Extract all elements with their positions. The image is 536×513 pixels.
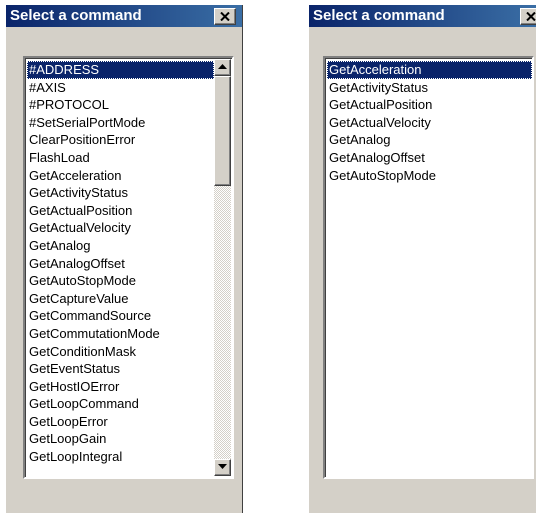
close-x-icon bbox=[220, 12, 230, 21]
scroll-thumb[interactable] bbox=[214, 76, 231, 186]
close-button[interactable] bbox=[520, 8, 536, 25]
close-button[interactable] bbox=[214, 8, 236, 25]
list-item[interactable]: GetAnalogOffset bbox=[27, 255, 214, 273]
list-item[interactable]: GetActivityStatus bbox=[327, 79, 532, 97]
list-item[interactable]: GetConditionMask bbox=[27, 343, 214, 361]
list-item[interactable]: ClearPositionError bbox=[27, 131, 214, 149]
list-item[interactable]: GetAutoStopMode bbox=[327, 167, 532, 185]
command-listbox[interactable]: #ADDRESS #AXIS #PROTOCOL #SetSerialPortMode… bbox=[23, 56, 234, 479]
list-item[interactable]: GetLoopIntegral bbox=[27, 448, 214, 466]
list-item[interactable]: GetAcceleration bbox=[27, 167, 214, 185]
command-dialog-full: Select a command #ADDRESS #AXIS #PROTOCOL #… bbox=[5, 5, 243, 513]
arrow-up-icon bbox=[218, 64, 227, 69]
list-item[interactable]: GetAutoStopMode bbox=[27, 272, 214, 290]
close-x-icon bbox=[526, 12, 536, 21]
dialog-title: Select a command bbox=[10, 7, 142, 24]
list-item[interactable]: GetCommandSource bbox=[27, 307, 214, 325]
list-item[interactable]: GetActualPosition bbox=[327, 96, 532, 114]
command-list: GetAcceleration GetActivityStatus GetActua… bbox=[327, 61, 532, 184]
list-item[interactable]: GetLoopGain bbox=[27, 430, 214, 448]
command-list: #ADDRESS #AXIS #PROTOCOL #SetSerialPortMode… bbox=[27, 61, 214, 466]
dialog-title-bar[interactable]: Select a command bbox=[309, 5, 536, 27]
list-item[interactable]: GetAnalog bbox=[27, 237, 214, 255]
list-item[interactable]: GetHostIOError bbox=[27, 378, 214, 396]
list-item[interactable]: GetActivityStatus bbox=[27, 184, 214, 202]
list-item[interactable]: GetAnalogOffset bbox=[327, 149, 532, 167]
list-item[interactable]: GetCommutationMode bbox=[27, 325, 214, 343]
list-item[interactable]: GetLoopCommand bbox=[27, 395, 214, 413]
command-listbox[interactable]: GetAcceleration GetActivityStatus GetActua… bbox=[323, 56, 534, 479]
dialog-title-bar[interactable]: Select a command bbox=[6, 5, 242, 27]
list-item[interactable]: GetActualPosition bbox=[27, 202, 214, 220]
list-item[interactable]: GetActualVelocity bbox=[327, 114, 532, 132]
vertical-scrollbar[interactable] bbox=[214, 59, 231, 476]
list-item[interactable]: GetLoopError bbox=[27, 413, 214, 431]
list-item[interactable]: GetEventStatus bbox=[27, 360, 214, 378]
list-item[interactable]: GetAcceleration bbox=[327, 61, 532, 79]
list-item[interactable]: FlashLoad bbox=[27, 149, 214, 167]
list-item[interactable]: #AXIS bbox=[27, 79, 214, 97]
list-item[interactable]: GetCaptureValue bbox=[27, 290, 214, 308]
scroll-down-button[interactable] bbox=[214, 459, 231, 476]
dialog-title: Select a command bbox=[313, 7, 445, 24]
command-dialog-filtered: Select a command GetAcceleration GetActiv… bbox=[308, 5, 536, 513]
scroll-up-button[interactable] bbox=[214, 59, 231, 76]
list-item[interactable]: #PROTOCOL bbox=[27, 96, 214, 114]
list-item[interactable]: GetAnalog bbox=[327, 131, 532, 149]
list-item[interactable]: #SetSerialPortMode bbox=[27, 114, 214, 132]
list-item[interactable]: GetActualVelocity bbox=[27, 219, 214, 237]
arrow-down-icon bbox=[218, 464, 227, 469]
list-item[interactable]: #ADDRESS bbox=[27, 61, 214, 79]
